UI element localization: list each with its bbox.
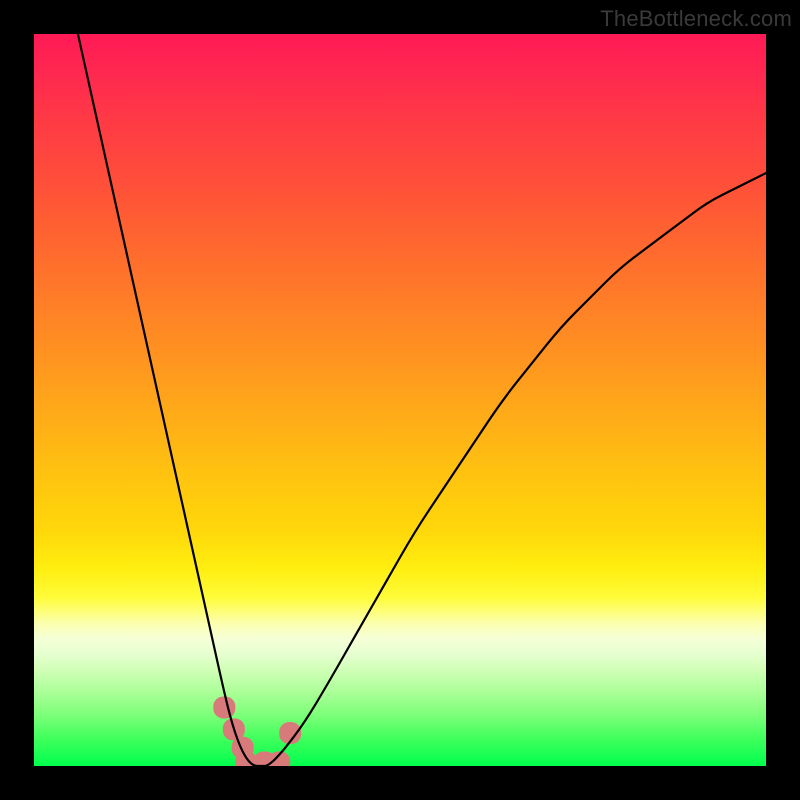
- plot-area: [34, 34, 766, 766]
- data-marker: [279, 722, 301, 744]
- watermark-text: TheBottleneck.com: [600, 6, 792, 32]
- chart-svg: [34, 34, 766, 766]
- data-marker: [213, 696, 235, 718]
- bottleneck-curve: [78, 34, 766, 766]
- data-marker: [254, 751, 276, 766]
- markers-group: [213, 696, 301, 766]
- data-marker: [232, 737, 254, 759]
- data-marker: [223, 718, 245, 740]
- chart-frame: TheBottleneck.com: [0, 0, 800, 800]
- data-marker: [268, 751, 290, 766]
- data-marker: [235, 751, 257, 766]
